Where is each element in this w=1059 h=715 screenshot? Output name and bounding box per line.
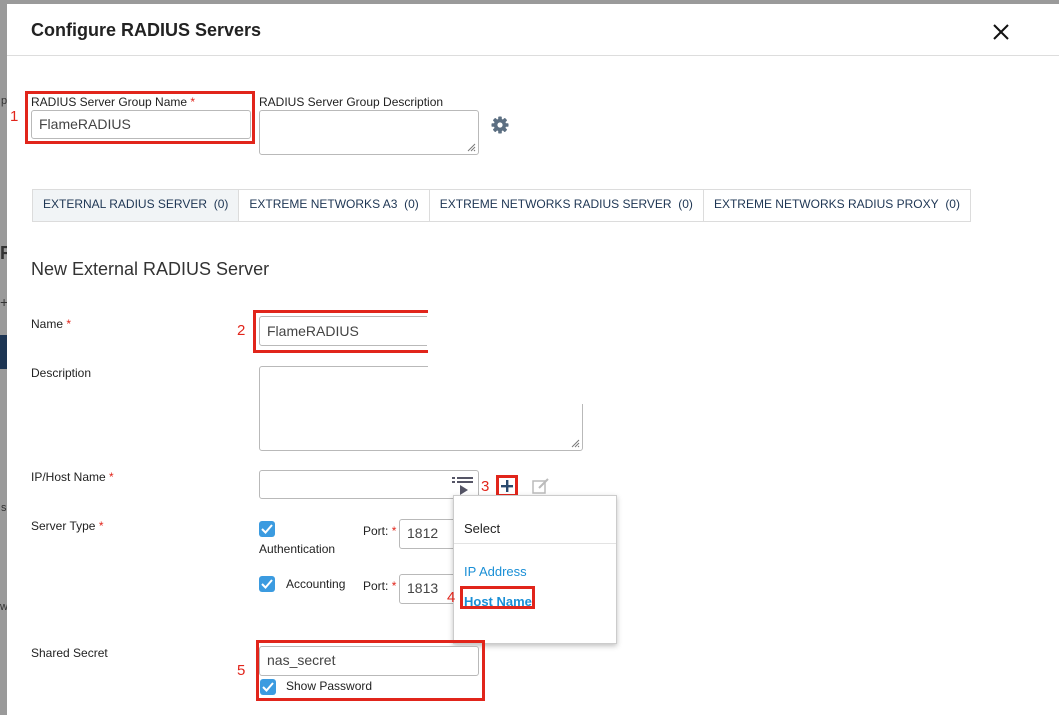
- annotation-number-5: 5: [237, 662, 246, 679]
- background-header-strip: [0, 335, 7, 369]
- annotation-box-5: [256, 640, 485, 701]
- background-text: s: [1, 502, 7, 514]
- list-icon: [452, 477, 473, 495]
- tab-external-radius-server[interactable]: EXTERNAL RADIUS SERVER (0): [33, 190, 240, 221]
- edit-icon: [532, 478, 549, 494]
- tab-extreme-networks-a3[interactable]: EXTREME NETWORKS A3 (0): [239, 190, 430, 221]
- dropdown-item-ip-address[interactable]: IP Address: [464, 564, 527, 579]
- auth-port-label: Port: *: [363, 524, 397, 538]
- edit-host-button[interactable]: [531, 476, 551, 496]
- host-type-dropdown: Select IP Address Host Name: [453, 495, 617, 644]
- settings-button[interactable]: [490, 115, 510, 135]
- auth-port-input[interactable]: 1812: [399, 519, 459, 549]
- accounting-label: Accounting: [286, 577, 346, 591]
- acct-port-label: Port: *: [363, 579, 397, 593]
- ip-list-button[interactable]: [450, 476, 476, 496]
- dropdown-header: Select: [464, 521, 501, 536]
- name-label: Name *: [31, 317, 72, 331]
- annotation-number-3: 3: [481, 478, 490, 495]
- modal-header: Configure RADIUS Servers: [7, 4, 1059, 56]
- accounting-checkbox[interactable]: [259, 576, 275, 592]
- section-title: New External RADIUS Server: [31, 259, 270, 279]
- close-icon: [993, 24, 1009, 40]
- annotation-number-1: 1: [10, 108, 19, 125]
- check-icon: [261, 524, 273, 534]
- resize-grip-icon: [467, 143, 476, 152]
- annotation-box-4: [460, 586, 535, 609]
- dropdown-divider: [454, 543, 616, 544]
- check-icon: [261, 579, 273, 589]
- tab-extreme-networks-radius-proxy[interactable]: EXTREME NETWORKS RADIUS PROXY (0): [704, 190, 970, 221]
- server-type-tabs: EXTERNAL RADIUS SERVER (0) EXTREME NETWO…: [32, 189, 971, 222]
- annotation-number-4: 4: [447, 589, 456, 606]
- authentication-checkbox[interactable]: [259, 521, 275, 537]
- resize-grip-icon: [571, 439, 580, 448]
- annotation-box-2: [253, 310, 428, 353]
- shared-secret-label: Shared Secret: [31, 646, 108, 660]
- plus-icon: [501, 480, 513, 492]
- gear-icon: [491, 116, 509, 134]
- server-type-label: Server Type *: [31, 519, 104, 533]
- ip-host-input[interactable]: [259, 470, 479, 499]
- tab-extreme-networks-radius-server[interactable]: EXTREME NETWORKS RADIUS SERVER (0): [430, 190, 704, 221]
- annotation-number-2: 2: [237, 322, 246, 339]
- annotation-box-1: [25, 91, 255, 144]
- authentication-label: Authentication: [259, 542, 336, 556]
- ip-host-label: IP/Host Name *: [31, 470, 114, 484]
- configure-radius-modal: Configure RADIUS Servers RADIUS Server G…: [7, 4, 1059, 715]
- description-mask: [428, 366, 588, 404]
- add-host-button[interactable]: [496, 475, 518, 497]
- group-description-textarea[interactable]: [259, 110, 479, 155]
- group-description-label: RADIUS Server Group Description: [259, 95, 444, 109]
- description-label: Description: [31, 366, 92, 380]
- close-button[interactable]: [989, 20, 1013, 44]
- modal-title: Configure RADIUS Servers: [31, 20, 262, 40]
